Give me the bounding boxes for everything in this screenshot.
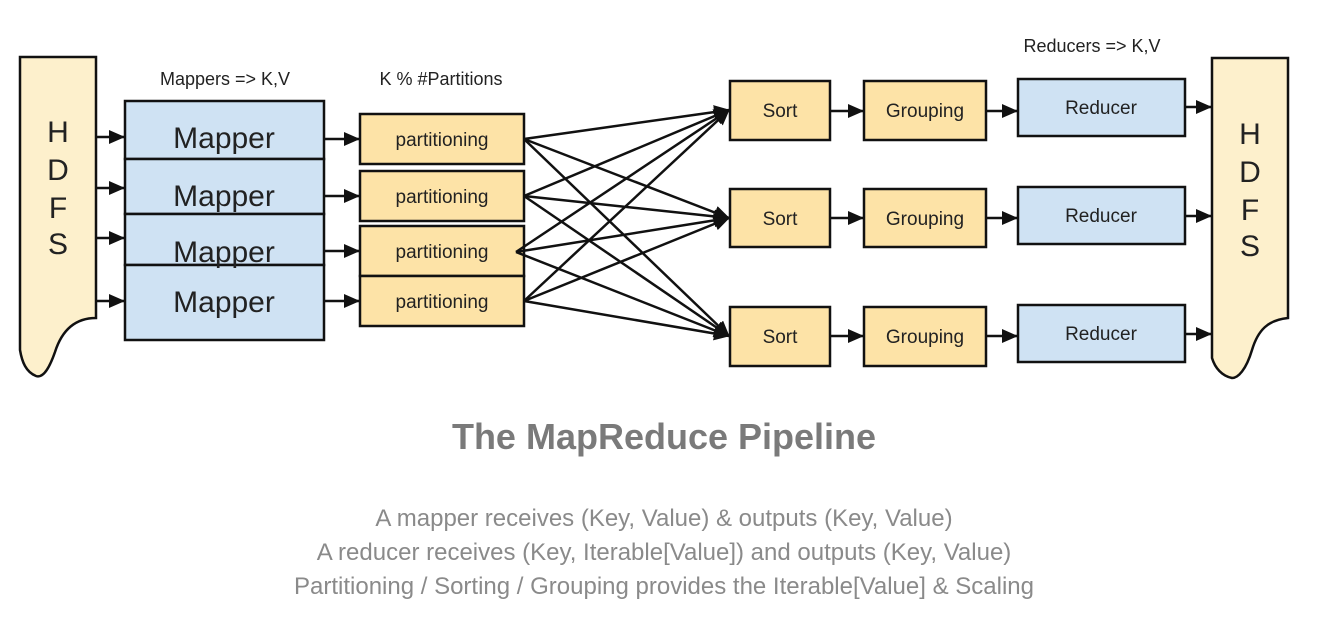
- caption-line: Partitioning / Sorting / Grouping provid…: [294, 573, 1034, 600]
- shuffle-arrow: [523, 108, 730, 198]
- partition-label: partitioning: [396, 130, 489, 151]
- shuffle-arrow: [523, 105, 730, 141]
- mapper-stack: Mapper Mapper Mapper Mapper: [123, 99, 326, 342]
- sort-label: Sort: [763, 101, 799, 122]
- reducer-label: Reducer: [1065, 324, 1137, 345]
- hdfs-output-letter: S: [1240, 230, 1260, 263]
- diagram-title: The MapReduce Pipeline: [451, 416, 877, 457]
- map-partition-arrows: [325, 132, 360, 308]
- shuffle-arrow: [523, 216, 730, 303]
- hdfs-input-letter: D: [47, 154, 69, 187]
- partition-label: partitioning: [396, 292, 489, 313]
- mapper-label: Mapper: [173, 122, 275, 155]
- reduce-lane: Sort Grouping Reducer: [728, 77, 1212, 142]
- input-arrows: [97, 130, 125, 308]
- mapper-label: Mapper: [173, 236, 275, 269]
- partitioner-stack: partitioning partitioning partitioning p…: [358, 112, 526, 328]
- mapreduce-diagram: Mappers => K,V K % #Partitions Reducers …: [18, 36, 1290, 380]
- mappers-header: Mappers => K,V: [160, 69, 290, 89]
- hdfs-output: H D F S: [1210, 56, 1290, 380]
- reduce-lane: Sort Grouping Reducer: [728, 303, 1212, 368]
- hdfs-input-letter: S: [48, 228, 68, 261]
- shuffle-arrows: [515, 105, 730, 341]
- reduce-lane: Sort Grouping Reducer: [728, 185, 1212, 249]
- grouping-label: Grouping: [886, 209, 964, 230]
- sort-label: Sort: [763, 327, 799, 348]
- partition-label: partitioning: [396, 187, 489, 208]
- hdfs-input-letter: H: [47, 116, 69, 149]
- hdfs-input: H D F S: [18, 55, 98, 378]
- shuffle-arrow: [515, 213, 730, 254]
- mapper-label: Mapper: [173, 286, 275, 319]
- reducers-header: Reducers => K,V: [1023, 36, 1160, 56]
- reducer-label: Reducer: [1065, 98, 1137, 119]
- hdfs-output-letter: F: [1241, 194, 1259, 227]
- grouping-label: Grouping: [886, 327, 964, 348]
- caption-line: A reducer receives (Key, Iterable[Value]…: [316, 539, 1012, 566]
- hdfs-input-letter: F: [49, 192, 67, 225]
- caption-line: A mapper receives (Key, Value) & outputs…: [375, 505, 953, 532]
- partition-label: partitioning: [396, 242, 489, 263]
- hdfs-output-letter: H: [1239, 118, 1261, 151]
- partitions-header: K % #Partitions: [379, 69, 502, 89]
- sort-label: Sort: [763, 209, 799, 230]
- grouping-label: Grouping: [886, 101, 964, 122]
- reducer-label: Reducer: [1065, 206, 1137, 227]
- hdfs-output-letter: D: [1239, 156, 1261, 189]
- mapper-label: Mapper: [173, 180, 275, 213]
